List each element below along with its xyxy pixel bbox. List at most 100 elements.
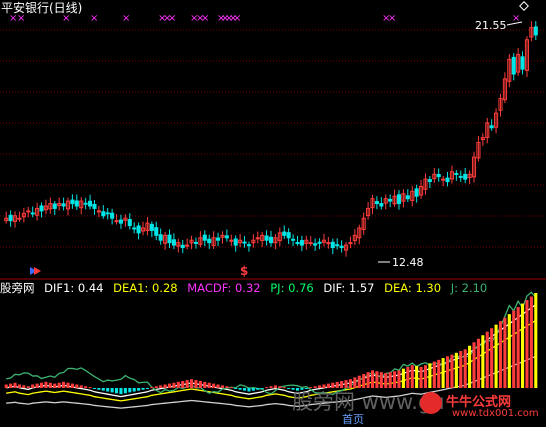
candle-body: [30, 212, 35, 215]
signal-dollar-icon: $: [240, 264, 249, 278]
macd-bar: [251, 388, 255, 391]
candle-body: [348, 242, 353, 245]
candle-body: [193, 241, 199, 244]
macd-bar: [4, 384, 8, 388]
macd-bar: [70, 383, 74, 388]
macd-bar: [260, 388, 264, 389]
indicator-name: 股旁网: [0, 281, 35, 295]
macd-bar: [459, 351, 463, 388]
chart-window[interactable]: × × × × × × × × × × × × × × × × × × × 平安银行(日线) 21.55 12.48…: [0, 0, 546, 426]
candle-body: [136, 225, 141, 234]
macd-bar: [521, 303, 525, 388]
x-signal-markers: × × × × × ××× ××× ××××× ×× ×: [9, 13, 520, 24]
candle-body: [458, 175, 463, 178]
macd-bar: [185, 380, 189, 388]
macd-bar: [92, 388, 97, 389]
watermark-home-link[interactable]: 首页: [342, 411, 364, 427]
macd-bar: [498, 321, 503, 388]
macd-bar: [512, 310, 516, 388]
macd-bar: [269, 386, 273, 388]
candle-body: [308, 242, 313, 245]
play-icon-red: [34, 267, 41, 275]
macd-bar: [137, 388, 141, 391]
kline-chart[interactable]: × × × × × ××× ××× ××××× ×× ×: [0, 0, 546, 423]
macd-bar: [494, 324, 498, 388]
macd-bar: [75, 384, 79, 388]
macd-bar: [66, 382, 70, 388]
candle-body: [313, 243, 318, 246]
x-marker: ×: [90, 13, 98, 24]
macd-bar: [242, 388, 247, 391]
macd-bar: [22, 385, 26, 388]
candle-body: [158, 234, 163, 241]
x-marker: ×: [233, 13, 241, 24]
candle-body: [105, 212, 110, 215]
x-marker: ×: [122, 13, 130, 24]
macd-bar: [53, 383, 57, 388]
candlestick-series[interactable]: [4, 21, 538, 257]
macd-bar: [154, 386, 158, 388]
macd-bar: [9, 383, 13, 388]
macd-bar: [181, 380, 185, 388]
candle-body: [414, 188, 419, 197]
macd-bar: [123, 388, 127, 394]
candle-body: [229, 239, 234, 242]
macd-bar: [516, 307, 520, 388]
macd-bar: [428, 363, 432, 388]
macd-bar: [150, 387, 154, 389]
macd-bar: [132, 388, 136, 392]
candle-body: [533, 26, 538, 36]
candle-body: [330, 241, 335, 249]
macd-bar: [463, 349, 467, 388]
candle-body: [388, 198, 393, 202]
macd-bar: [450, 354, 454, 388]
macdf-value: MACDF: 0.32: [187, 281, 261, 295]
candle-body: [88, 200, 93, 207]
macd-bar: [176, 381, 180, 388]
watermark-url: www.tdx001.com: [452, 408, 539, 419]
macd-bar: [445, 356, 450, 388]
macd-bar: [472, 342, 476, 388]
candle-body: [154, 227, 159, 236]
macd-bar: [203, 381, 207, 388]
x-marker: ×: [168, 13, 176, 24]
macd-bar: [234, 388, 238, 389]
macd-bar: [534, 293, 538, 388]
candle-body: [291, 238, 296, 241]
macd-bar: [216, 384, 220, 388]
macd-bar: [198, 380, 202, 388]
candle-body: [202, 234, 207, 241]
dea-value: DEA: 1.30: [384, 281, 442, 295]
macd-bar: [282, 387, 286, 389]
candle-body: [463, 173, 468, 180]
candle-body: [405, 195, 410, 200]
macd-bar: [145, 388, 149, 389]
macd-bar: [167, 383, 172, 388]
candle-body: [167, 234, 172, 244]
macd-bar: [17, 384, 21, 388]
candle-body: [339, 245, 344, 249]
macd-bar: [159, 385, 163, 388]
candle-body: [17, 217, 22, 220]
macd-bar: [128, 388, 132, 393]
macd-bar: [62, 381, 66, 388]
candle-body: [118, 219, 123, 224]
macd-bar: [265, 387, 269, 389]
candle-body: [96, 210, 101, 213]
candle-body: [374, 201, 379, 205]
macd-bar: [410, 365, 414, 388]
candle-body: [396, 194, 402, 205]
candle-body: [207, 238, 212, 244]
candle-body: [39, 205, 44, 212]
candle-body: [61, 203, 66, 207]
macd-bar: [119, 388, 123, 395]
candle-body: [185, 244, 190, 247]
macd-bar: [220, 385, 224, 388]
macd-bar: [57, 382, 61, 388]
macd-bar: [229, 387, 233, 389]
macd-bar: [26, 386, 30, 388]
candle-body: [52, 203, 57, 209]
macd-bar: [476, 338, 480, 388]
macd-bar: [88, 387, 92, 389]
indicator-header: 股旁网 DIF1: 0.44 DEA1: 0.28 MACDF: 0.32 PJ…: [0, 281, 493, 295]
